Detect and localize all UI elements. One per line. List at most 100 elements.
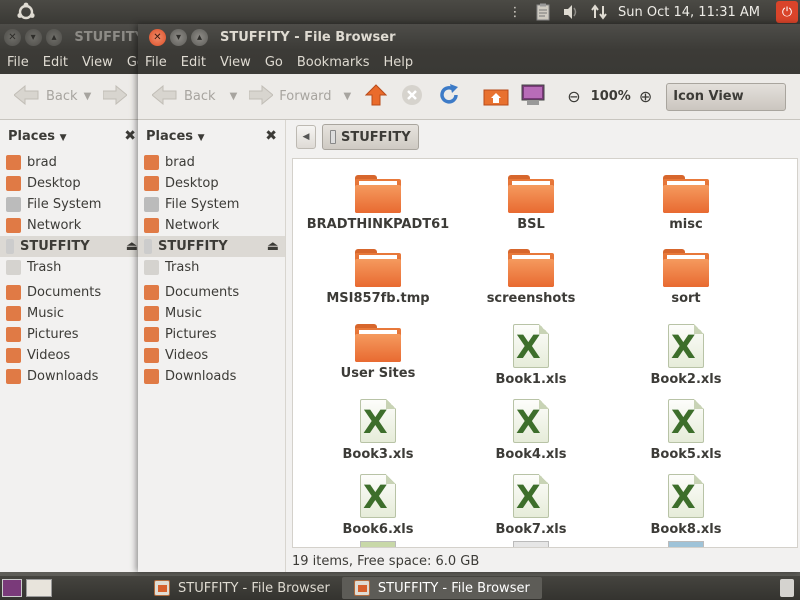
partial-file-icon[interactable] (513, 541, 549, 547)
front-window[interactable]: ✕ ▾ ▴ STUFFITY - File Browser File Edit … (138, 24, 800, 572)
bookmark-documents[interactable]: Documents (138, 282, 285, 303)
place-desktop[interactable]: Desktop (0, 173, 144, 194)
bookmark-pictures[interactable]: Pictures (138, 324, 285, 345)
stop-icon[interactable] (401, 84, 423, 110)
menu-file[interactable]: File (0, 55, 36, 70)
bookmark-downloads[interactable]: Downloads (0, 366, 144, 387)
folder-item[interactable]: screenshots (456, 249, 606, 306)
menu-view[interactable]: View (75, 55, 120, 70)
back-window[interactable]: ✕ ▾ ▴ STUFFITY File Edit View Go Back ▼ … (0, 24, 145, 572)
menu-help[interactable]: Help (376, 55, 420, 70)
place-filesystem[interactable]: File System (0, 194, 144, 215)
back-button[interactable]: Back (8, 84, 84, 109)
menu-bookmarks[interactable]: Bookmarks (290, 55, 377, 70)
volume-icon[interactable] (562, 3, 580, 21)
front-window-titlebar[interactable]: ✕ ▾ ▴ STUFFITY - File Browser (138, 24, 800, 50)
reload-icon[interactable] (437, 83, 461, 111)
eject-icon[interactable]: ⏏ (267, 239, 279, 254)
bookmark-downloads[interactable]: Downloads (138, 366, 285, 387)
file-item[interactable]: X Book7.xls (456, 474, 606, 537)
menu-edit[interactable]: Edit (174, 55, 213, 70)
place-stuffity[interactable]: STUFFITY ⏏ (0, 236, 144, 257)
bookmark-pictures[interactable]: Pictures (0, 324, 144, 345)
file-label: misc (669, 217, 703, 232)
file-item[interactable]: X Book8.xls (611, 474, 761, 537)
folder-item[interactable]: BRADTHINKPADT61 (303, 175, 453, 232)
chevron-down-icon[interactable]: ▼ (230, 91, 238, 102)
taskbar-item[interactable]: STUFFITY - File Browser (142, 577, 342, 599)
place-desktop[interactable]: Desktop (138, 173, 285, 194)
file-item[interactable]: X Book4.xls (456, 399, 606, 462)
folder-item[interactable]: User Sites (303, 324, 453, 381)
bookmark-documents[interactable]: Documents (0, 282, 144, 303)
file-item[interactable]: X Book2.xls (611, 324, 761, 387)
clipboard-icon[interactable] (534, 3, 552, 21)
place-network[interactable]: Network (0, 215, 144, 236)
zoom-in-icon[interactable]: ⊕ (639, 87, 652, 106)
power-icon[interactable]: ⏻ (776, 1, 798, 23)
close-sidebar-icon[interactable]: ✖ (265, 128, 277, 144)
places-header[interactable]: Places ▼ ✖ (0, 120, 144, 152)
home-icon[interactable] (483, 84, 509, 110)
file-item[interactable]: X Book5.xls (611, 399, 761, 462)
path-button-current[interactable]: STUFFITY (322, 124, 419, 150)
place-trash[interactable]: Trash (0, 257, 144, 278)
folder-item[interactable]: sort (611, 249, 761, 306)
file-item[interactable]: X Book3.xls (303, 399, 453, 462)
menu-file[interactable]: File (138, 55, 174, 70)
folder-item[interactable]: MSI857fb.tmp (303, 249, 453, 306)
icon-view[interactable]: BRADTHINKPADT61 BSL misc MSI857fb.tmp screen… (292, 158, 798, 548)
taskbar-item-active[interactable]: STUFFITY - File Browser (341, 577, 542, 599)
computer-icon[interactable] (521, 84, 545, 110)
show-desktop-icon[interactable] (2, 579, 22, 597)
drag-handle-icon: ⋮ (508, 4, 522, 20)
bookmark-videos[interactable]: Videos (138, 345, 285, 366)
eject-icon[interactable]: ⏏ (126, 239, 138, 254)
file-item[interactable]: X Book6.xls (303, 474, 453, 537)
clock[interactable]: Sun Oct 14, 11:31 AM (618, 5, 760, 20)
bookmark-music[interactable]: Music (0, 303, 144, 324)
folder-item[interactable]: misc (611, 175, 761, 232)
chevron-down-icon[interactable]: ▼ (344, 91, 352, 102)
place-stuffity[interactable]: STUFFITY ⏏ (138, 236, 285, 257)
forward-button[interactable]: Forward (243, 84, 337, 109)
zoom-out-icon[interactable]: ⊖ (567, 87, 580, 106)
network-icon[interactable] (590, 3, 608, 21)
forward-arrow-icon[interactable] (102, 84, 129, 109)
menu-go[interactable]: Go (258, 55, 290, 70)
maximize-icon[interactable]: ▴ (191, 28, 208, 46)
up-arrow-icon[interactable] (365, 83, 388, 110)
minimize-icon[interactable]: ▾ (170, 28, 187, 46)
ubuntu-logo-icon[interactable] (14, 0, 38, 24)
file-item[interactable]: X Book1.xls (456, 324, 606, 387)
minimize-icon[interactable]: ▾ (24, 28, 42, 46)
maximize-icon[interactable]: ▴ (45, 28, 63, 46)
workspace-switcher-icon[interactable] (26, 579, 52, 597)
place-home[interactable]: brad (138, 152, 285, 173)
menu-view[interactable]: View (213, 55, 258, 70)
back-menubar: File Edit View Go (0, 50, 145, 74)
place-network[interactable]: Network (138, 215, 285, 236)
back-window-titlebar[interactable]: ✕ ▾ ▴ STUFFITY (0, 24, 144, 50)
menu-edit[interactable]: Edit (36, 55, 75, 70)
back-button[interactable]: Back (146, 84, 222, 109)
file-browser-icon (154, 580, 170, 596)
bookmark-videos[interactable]: Videos (0, 345, 144, 366)
folder-item[interactable]: BSL (456, 175, 606, 232)
place-home[interactable]: brad (0, 152, 144, 173)
place-trash[interactable]: Trash (138, 257, 285, 278)
place-label: Desktop (27, 176, 81, 191)
place-filesystem[interactable]: File System (138, 194, 285, 215)
partial-file-icon[interactable] (668, 541, 704, 547)
close-icon[interactable]: ✕ (4, 28, 21, 46)
close-icon[interactable]: ✕ (149, 28, 166, 46)
partial-file-icon[interactable] (360, 541, 396, 547)
path-left-arrow-icon[interactable]: ◀ (296, 125, 316, 149)
chevron-down-icon[interactable]: ▼ (84, 91, 92, 102)
close-sidebar-icon[interactable]: ✖ (124, 128, 136, 144)
trash-icon[interactable] (780, 579, 794, 597)
bookmark-music[interactable]: Music (138, 303, 285, 324)
view-mode-select[interactable]: Icon View (666, 82, 787, 111)
places-header[interactable]: Places ▼ ✖ (138, 120, 285, 152)
spreadsheet-icon: X (513, 324, 549, 368)
